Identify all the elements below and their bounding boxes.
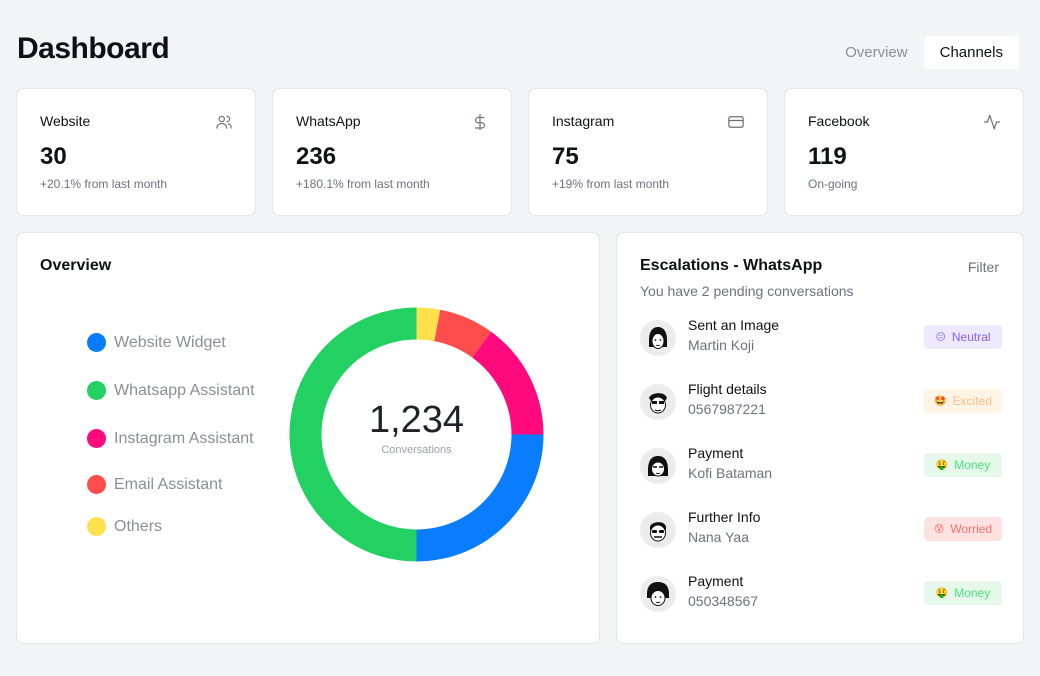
legend-item: Email Assistant: [87, 475, 222, 494]
sentiment-emoji: 🤑: [935, 587, 949, 599]
legend-label: Whatsapp Assistant: [114, 381, 255, 399]
overview-title: Overview: [40, 257, 112, 274]
conversation-title: Sent an Image: [688, 317, 780, 333]
avatar: [640, 320, 676, 356]
legend-swatch: [87, 429, 106, 448]
sentiment-badge: 🤩 Excited: [924, 389, 1002, 413]
stat-value: 75: [552, 143, 579, 170]
stat-card-whatsapp: WhatsApp 236 +180.1% from last month: [272, 88, 512, 216]
filter-button[interactable]: Filter: [968, 259, 999, 275]
conversation-contact: Martin Koji: [688, 337, 755, 353]
sentiment-label: Excited: [952, 394, 992, 408]
users-icon: [215, 113, 233, 131]
conversation-title: Payment: [688, 573, 744, 589]
escalations-card: Escalations - WhatsApp Filter You have 2…: [616, 232, 1024, 644]
donut-center: 1,234 Conversations: [289, 399, 544, 456]
legend-label: Instagram Assistant: [114, 429, 254, 447]
conversation-row[interactable]: Payment 050348567 🤑 Money: [640, 573, 1002, 615]
page-title: Dashboard: [17, 32, 170, 65]
avatar: [640, 576, 676, 612]
legend-item: Instagram Assistant: [87, 429, 254, 448]
stat-label: WhatsApp: [296, 113, 361, 129]
sentiment-emoji: 😐: [935, 331, 946, 343]
stat-card-facebook: Facebook 119 On-going: [784, 88, 1024, 216]
tab-channels[interactable]: Channels: [923, 36, 1019, 69]
tab-overview[interactable]: Overview: [829, 36, 924, 69]
stat-label: Instagram: [552, 113, 615, 129]
legend-item: Whatsapp Assistant: [87, 381, 255, 400]
conversation-contact: Nana Yaa: [688, 529, 749, 545]
stat-sub: On-going: [808, 177, 858, 191]
legend-label: Others: [114, 517, 163, 535]
stat-label: Website: [40, 113, 91, 129]
sentiment-emoji: 🤩: [934, 395, 947, 407]
conversation-title: Payment: [688, 445, 744, 461]
conversation-contact: 050348567: [688, 593, 759, 609]
conversation-title: Flight details: [688, 381, 767, 397]
legend-swatch: [87, 333, 106, 352]
activity-icon: [983, 113, 1001, 131]
escalations-subtitle: You have 2 pending conversations: [640, 283, 854, 299]
conversation-contact: 0567987221: [688, 401, 766, 417]
conversation-contact: Kofi Bataman: [688, 465, 773, 481]
dollar-icon: [471, 113, 489, 131]
sentiment-emoji: 😰: [933, 523, 945, 535]
conversation-row[interactable]: Payment Kofi Bataman 🤑 Money: [640, 445, 1002, 487]
sentiment-badge: 🤑 Money: [924, 581, 1002, 605]
stat-value: 119: [808, 143, 847, 170]
sentiment-emoji: 🤑: [935, 459, 949, 471]
stat-value: 30: [40, 143, 67, 170]
stat-label: Facebook: [808, 113, 870, 129]
conversation-row[interactable]: Flight details 0567987221 🤩 Excited: [640, 381, 1002, 423]
stat-sub: +20.1% from last month: [40, 177, 168, 191]
avatar: [640, 448, 676, 484]
total-label: Conversations: [381, 444, 452, 456]
stat-sub: +19% from last month: [552, 177, 670, 191]
legend-swatch: [87, 475, 106, 494]
credit-card-icon: [727, 113, 745, 131]
sentiment-badge: 😐 Neutral: [924, 325, 1002, 349]
sentiment-label: Money: [954, 458, 991, 472]
sentiment-label: Money: [954, 586, 991, 600]
stat-card-instagram: Instagram 75 +19% from last month: [528, 88, 768, 216]
overview-card: Overview Website Widget Whatsapp Assista…: [16, 232, 600, 644]
conversation-row[interactable]: Sent an Image Martin Koji 😐 Neutral: [640, 317, 1002, 359]
conversation-title: Further Info: [688, 509, 761, 525]
legend-swatch: [87, 381, 106, 400]
legend-item: Website Widget: [87, 333, 226, 352]
stat-card-website: Website 30 +20.1% from last month: [16, 88, 256, 216]
legend-label: Website Widget: [114, 333, 226, 351]
avatar: [640, 384, 676, 420]
conversation-row[interactable]: Further Info Nana Yaa 😰 Worried: [640, 509, 1002, 551]
legend-item: Others: [87, 517, 162, 536]
avatar: [640, 512, 676, 548]
legend-label: Email Assistant: [114, 475, 223, 493]
stat-value: 236: [296, 143, 337, 170]
escalations-title: Escalations - WhatsApp: [640, 257, 823, 274]
sentiment-label: Worried: [950, 522, 993, 536]
legend-swatch: [87, 517, 106, 536]
sentiment-badge: 🤑 Money: [924, 453, 1002, 477]
total-conversations: 1,234: [368, 399, 465, 441]
stat-sub: +180.1% from last month: [296, 177, 430, 191]
sentiment-label: Neutral: [951, 330, 991, 344]
sentiment-badge: 😰 Worried: [924, 517, 1002, 541]
view-tabs: Overview Channels: [829, 36, 1019, 69]
